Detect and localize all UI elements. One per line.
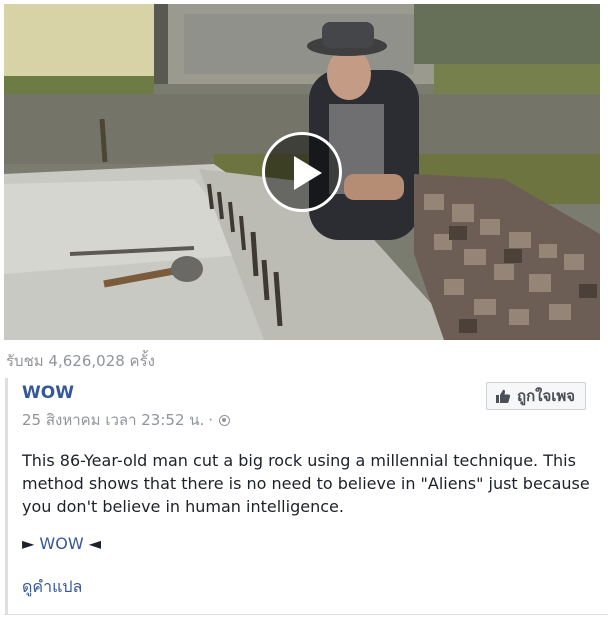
bottom-divider <box>4 614 608 615</box>
play-button[interactable] <box>262 132 342 212</box>
play-icon <box>294 156 322 190</box>
post-card: WOW 25 สิงหาคม เวลา 23:52 น. · ถูกใจเพจ … <box>5 378 608 614</box>
post-text: This 86-Year-old man cut a big rock usin… <box>22 451 590 516</box>
like-page-label: ถูกใจเพจ <box>517 387 576 405</box>
like-page-button[interactable]: ถูกใจเพจ <box>486 382 587 410</box>
thumbs-up-icon <box>496 389 511 403</box>
meta-separator: · <box>208 411 214 429</box>
hashtag-prefix: ► <box>22 534 35 553</box>
see-translation-link[interactable]: ดูคำแปล <box>22 575 82 600</box>
hashtag-link[interactable]: WOW <box>39 534 83 553</box>
view-count: รับชม 4,626,028 ครั้ง <box>6 352 155 370</box>
globe-icon <box>219 414 231 426</box>
hashtag-line: ► WOW ◄ <box>22 534 101 553</box>
video-player[interactable] <box>4 4 600 340</box>
hashtag-suffix: ◄ <box>88 534 102 553</box>
post-timestamp[interactable]: 25 สิงหาคม เวลา 23:52 น. <box>22 408 204 432</box>
page-name-link[interactable]: WOW <box>22 383 74 403</box>
post-meta: 25 สิงหาคม เวลา 23:52 น. · <box>22 408 231 432</box>
